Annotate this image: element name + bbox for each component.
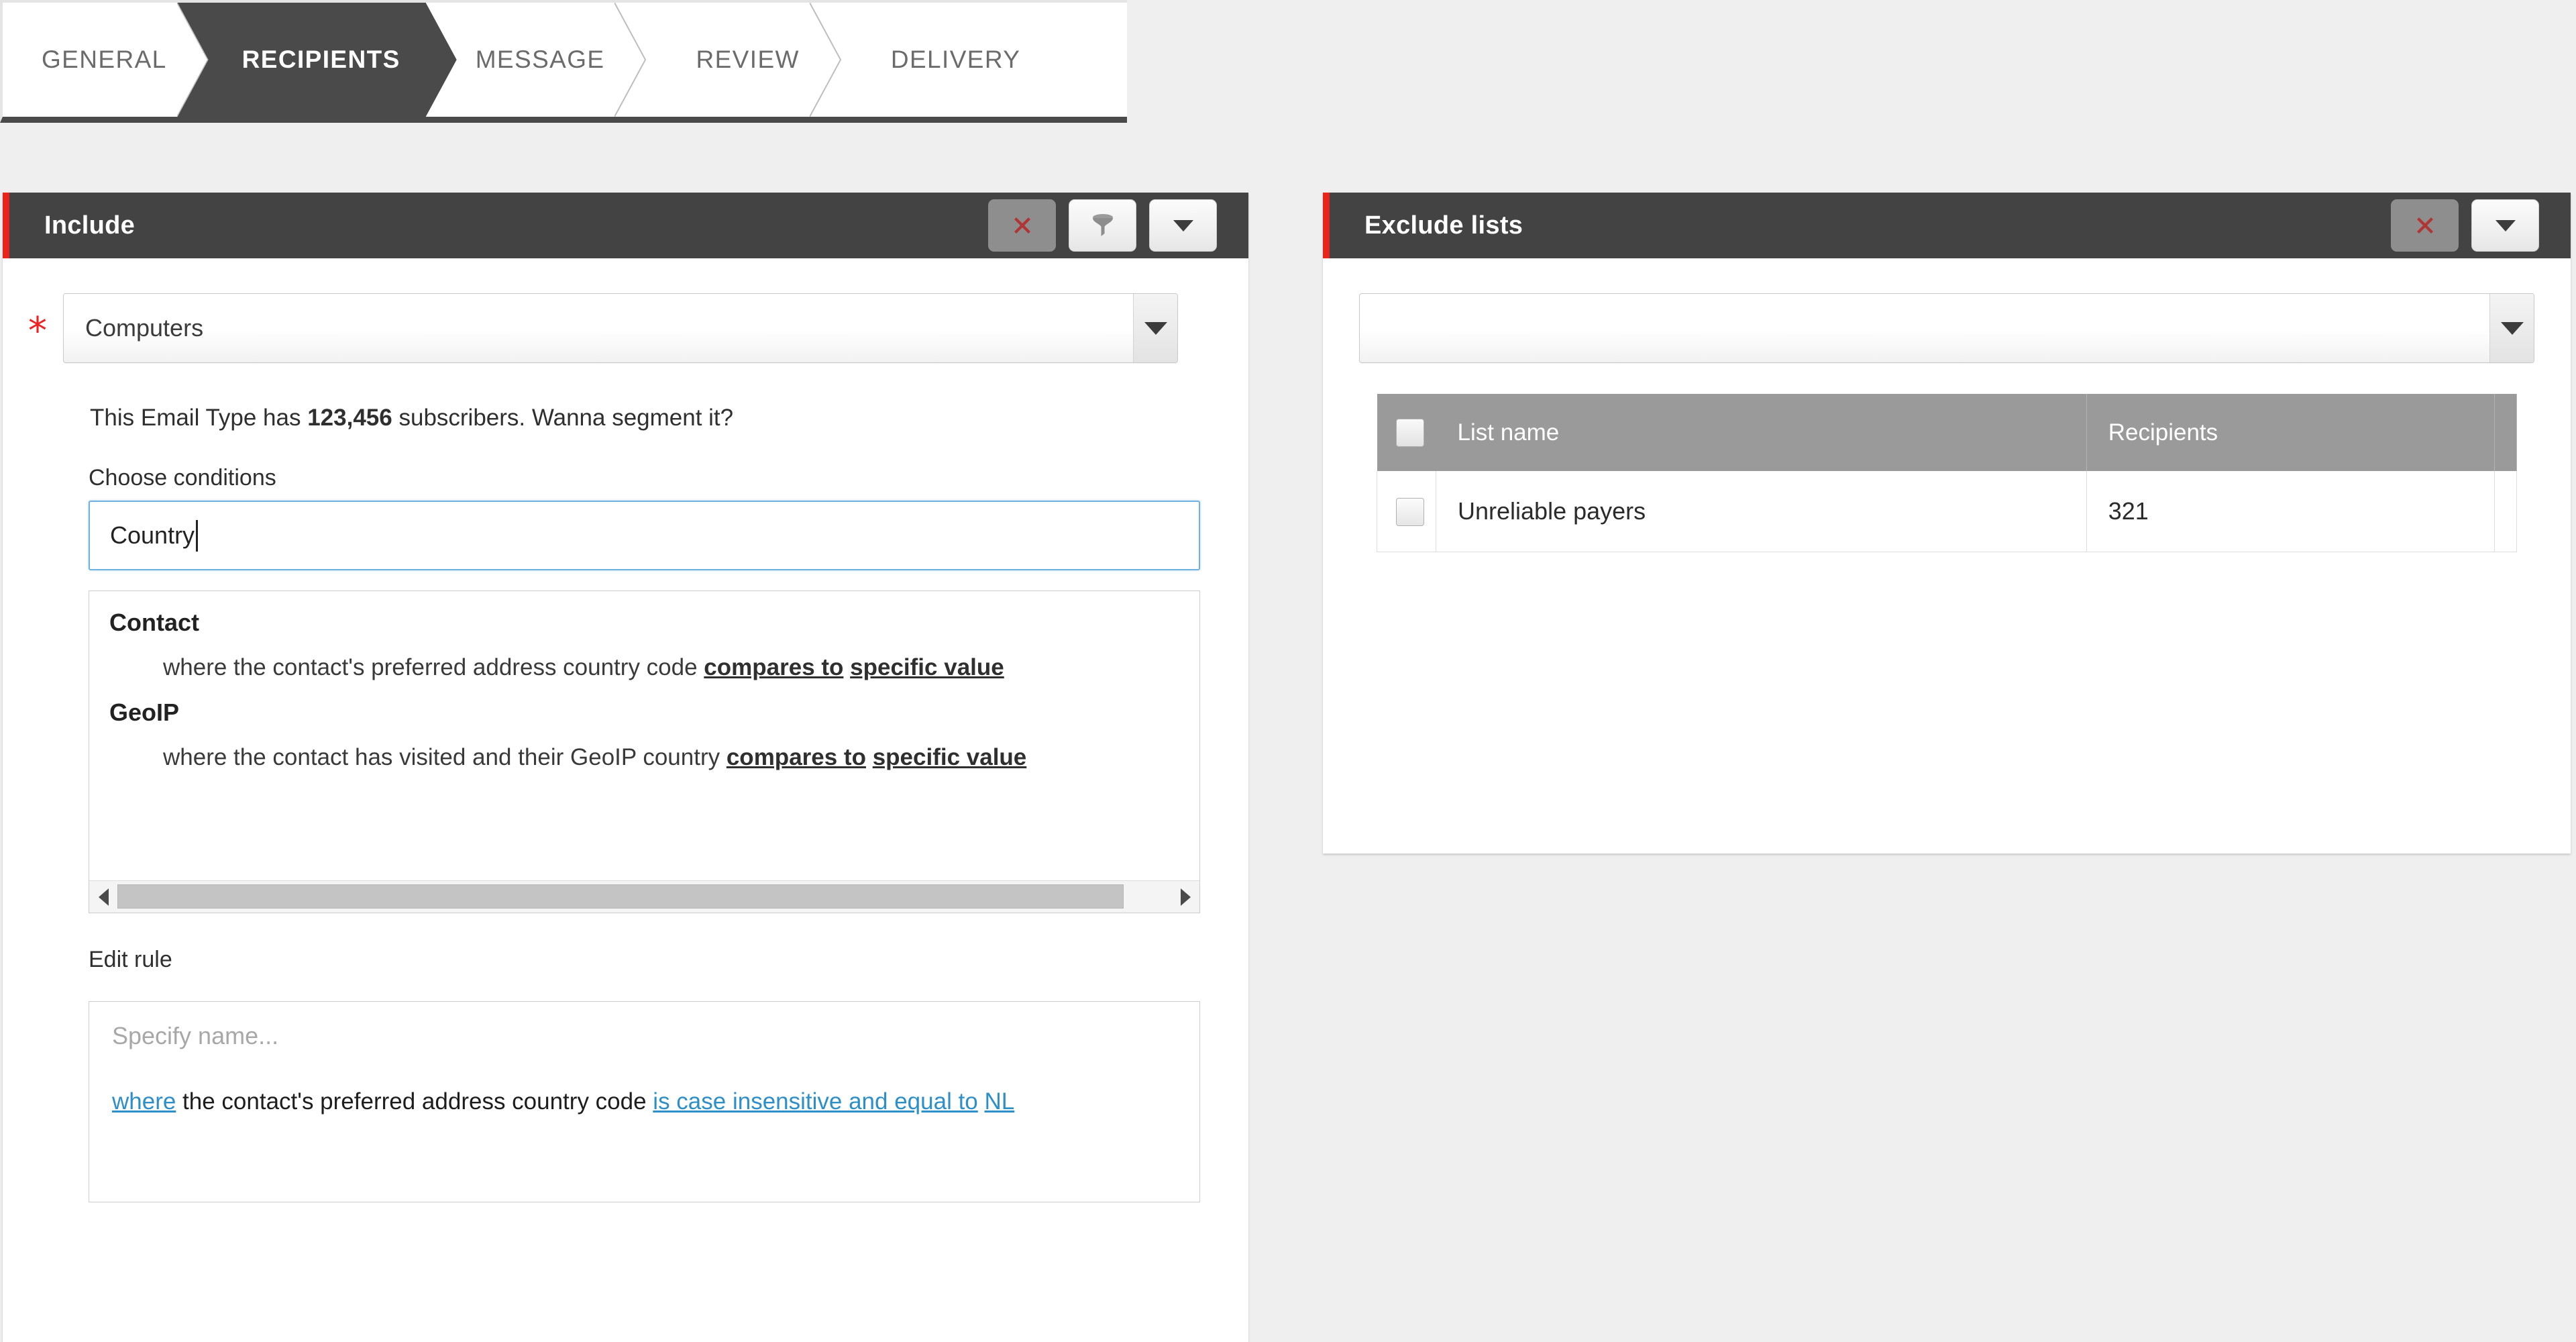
subscriber-count-text: This Email Type has 123,456 subscribers.…	[3, 363, 1248, 431]
triangle-right-icon	[1181, 888, 1191, 906]
cell-list-name: Unreliable payers	[1436, 471, 2087, 552]
include-panel-header: Include	[3, 193, 1248, 258]
wizard-step-message[interactable]: MESSAGE	[426, 3, 647, 117]
exclude-panel-body: List name Recipients Unreliable payers 3…	[1323, 258, 2571, 552]
scroll-left-button[interactable]	[89, 888, 117, 906]
suggestion-text: where the contact's preferred address co…	[163, 654, 704, 680]
table-row[interactable]: Unreliable payers 321	[1377, 471, 2517, 552]
text-cursor	[196, 520, 198, 552]
row-select-cell	[1377, 471, 1436, 552]
exclude-lists-table: List name Recipients Unreliable payers 3…	[1377, 394, 2517, 552]
suggestion-link-value[interactable]: specific value	[873, 744, 1027, 770]
wizard-step-bar: GENERAL RECIPIENTS MESSAGE REVIEW DELIVE…	[0, 0, 1127, 123]
suggestion-item-contact[interactable]: where the contact's preferred address co…	[89, 637, 1199, 681]
suggestion-link-operator[interactable]: compares to	[727, 744, 866, 770]
include-more-button[interactable]	[1149, 199, 1217, 252]
exclude-panel-header: Exclude lists	[1323, 193, 2571, 258]
wizard-step-label: REVIEW	[696, 46, 799, 74]
rule-space	[978, 1088, 985, 1115]
close-icon	[1009, 212, 1036, 239]
edit-rule-box: Specify name... where the contact's pref…	[89, 1001, 1200, 1202]
suggestion-text: where the contact has visited and their …	[163, 744, 727, 770]
choose-conditions-label: Choose conditions	[3, 431, 1248, 501]
wizard-step-label: MESSAGE	[476, 46, 605, 74]
chevron-separator-icon	[810, 3, 842, 117]
select-all-column-header	[1377, 394, 1436, 471]
wizard-step-label: GENERAL	[42, 46, 167, 74]
exclude-panel-header-buttons	[2391, 199, 2539, 252]
suggestion-item-geoip[interactable]: where the contact has visited and their …	[89, 727, 1199, 771]
suggestion-link-operator[interactable]: compares to	[704, 654, 843, 680]
funnel-icon	[1089, 211, 1117, 240]
scrollbar-thumb[interactable]	[117, 884, 1124, 909]
rule-sentence: where the contact's preferred address co…	[112, 1086, 1177, 1117]
scrollbar-track[interactable]	[117, 881, 1171, 913]
chevron-down-icon	[1173, 220, 1193, 231]
exclude-list-select[interactable]	[1359, 293, 2534, 363]
table-header: List name Recipients	[1377, 394, 2517, 471]
chevron-separator-icon	[614, 3, 647, 117]
rule-link-operator[interactable]: is case insensitive and equal to	[653, 1088, 977, 1115]
subscriber-count-prefix: This Email Type has	[90, 405, 307, 431]
row-checkbox[interactable]	[1396, 498, 1424, 526]
exclude-list-select-row	[1323, 258, 2571, 363]
conditions-input-value: Country	[110, 521, 195, 550]
exclude-list-select-arrow[interactable]	[2489, 294, 2534, 362]
include-panel-title: Include	[44, 211, 135, 240]
conditions-input[interactable]: Country	[89, 501, 1200, 570]
suggestion-scrollport: Contact where the contact's preferred ad…	[89, 591, 1199, 881]
subscriber-count-value: 123,456	[307, 405, 392, 431]
suggestion-space	[843, 654, 850, 680]
subscriber-count-suffix: subscribers. Wanna segment it?	[392, 405, 733, 431]
exclude-close-button[interactable]	[2391, 199, 2459, 252]
rule-link-where[interactable]: where	[112, 1088, 176, 1115]
suggestion-group-contact: Contact	[89, 591, 1199, 637]
chevron-down-icon	[2501, 322, 2524, 335]
column-header-list-name[interactable]: List name	[1436, 394, 2087, 471]
cell-spacer	[2495, 471, 2517, 552]
triangle-left-icon	[99, 888, 109, 906]
cell-recipients: 321	[2086, 471, 2494, 552]
rule-link-value[interactable]: NL	[985, 1088, 1015, 1115]
chevron-down-icon	[1144, 322, 1167, 335]
wizard-step-label: RECIPIENTS	[242, 46, 400, 74]
rule-name-input[interactable]: Specify name...	[112, 1022, 1177, 1050]
table-body: Unreliable payers 321	[1377, 471, 2517, 552]
wizard-step-label: DELIVERY	[891, 46, 1021, 74]
include-panel-header-buttons	[988, 199, 1217, 252]
include-panel: Include * Computers	[3, 193, 1248, 1342]
suggestion-group-geoip: GeoIP	[89, 681, 1199, 727]
table-header-row: List name Recipients	[1377, 394, 2517, 471]
suggestion-horizontal-scrollbar[interactable]	[89, 880, 1199, 913]
wizard-step-review[interactable]: REVIEW	[646, 3, 841, 117]
include-close-button[interactable]	[988, 199, 1056, 252]
email-type-row: * Computers	[3, 258, 1248, 363]
exclude-panel-title: Exclude lists	[1364, 211, 1523, 240]
suggestion-link-value[interactable]: specific value	[850, 654, 1004, 680]
exclude-lists-panel: Exclude lists	[1323, 193, 2571, 854]
scroll-right-button[interactable]	[1171, 888, 1199, 906]
column-header-spacer	[2495, 394, 2517, 471]
column-header-recipients[interactable]: Recipients	[2086, 394, 2494, 471]
conditions-suggestion-list: Contact where the contact's preferred ad…	[89, 590, 1200, 913]
email-type-select[interactable]: Computers	[63, 293, 1178, 363]
email-type-select-arrow[interactable]	[1133, 294, 1177, 362]
wizard-step-delivery[interactable]: DELIVERY	[841, 3, 1063, 117]
include-filter-button[interactable]	[1069, 199, 1136, 252]
include-panel-body: * Computers This Email Type has 123,456 …	[3, 258, 1248, 1202]
rule-text-mid: the contact's preferred address country …	[176, 1088, 653, 1115]
wizard-step-general[interactable]: GENERAL	[3, 3, 209, 117]
exclude-more-button[interactable]	[2471, 199, 2539, 252]
select-all-checkbox[interactable]	[1396, 419, 1424, 447]
edit-rule-label: Edit rule	[3, 913, 1248, 982]
close-icon	[2412, 212, 2438, 239]
email-type-select-value: Computers	[64, 314, 1133, 342]
wizard-step-recipients[interactable]: RECIPIENTS	[178, 3, 457, 117]
chevron-down-icon	[2496, 220, 2516, 231]
suggestion-space	[866, 744, 873, 770]
